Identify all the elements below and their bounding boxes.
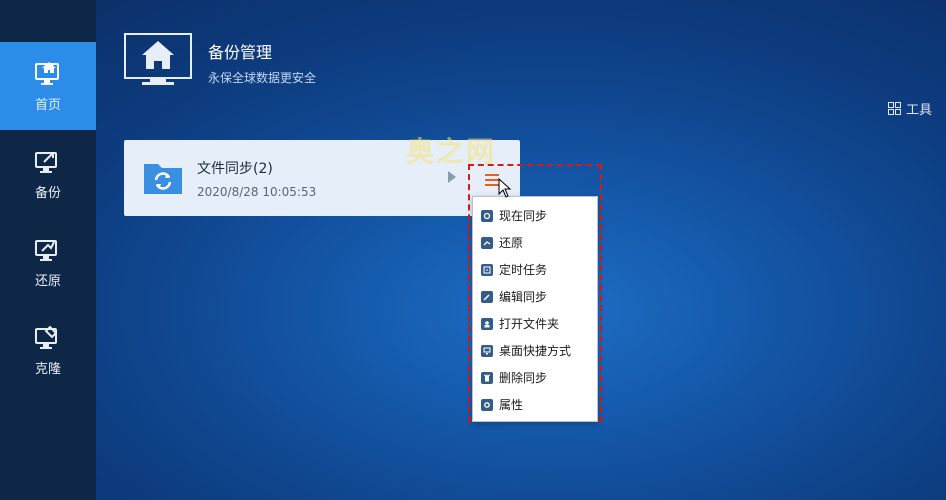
menu-item-open-folder[interactable]: 打开文件夹 [473,310,597,337]
menu-item-label: 定时任务 [499,263,548,277]
edit-icon [481,290,493,303]
menu-bar [485,174,499,176]
sidebar-item-clone[interactable]: 克隆 [0,306,96,394]
home-screen-icon [124,33,192,85]
open-folder-icon [481,317,493,330]
backup-monitor-icon [35,151,57,173]
page-title: 备份管理 [208,43,273,62]
menu-item-label: 删除同步 [499,371,548,385]
sidebar-item-label: 还原 [34,273,61,289]
menu-item-schedule[interactable]: 定时任务 [473,256,597,283]
settings-gear-icon [481,398,493,411]
mouse-cursor-icon [498,178,512,198]
sidebar-item-backup[interactable]: 备份 [0,130,96,218]
tools-label: 工具 [906,103,933,118]
sidebar: 首页 备份 还原 克隆 [0,0,96,500]
menu-item-delete-sync[interactable]: 删除同步 [473,364,597,391]
clone-monitor-icon [35,325,58,349]
sync-folder-icon [144,164,182,194]
context-menu: 现在同步 还原 定时任务 编辑同步 打开文件夹 桌面快捷方式 删除同步 属性 [472,196,598,422]
task-title: 文件同步(2) [197,161,273,177]
run-task-button[interactable] [448,171,456,183]
restore-monitor-icon [35,239,57,261]
page-subtitle: 永保全球数据更安全 [208,71,317,85]
menu-item-properties[interactable]: 属性 [473,391,597,418]
sidebar-item-label: 克隆 [34,361,61,377]
menu-item-label: 打开文件夹 [499,317,560,331]
menu-item-restore[interactable]: 还原 [473,229,597,256]
sync-now-icon [481,209,493,222]
menu-item-edit-sync[interactable]: 编辑同步 [473,283,597,310]
tools-button[interactable]: 工具 [888,99,932,118]
menu-bar [485,184,499,186]
menu-item-label: 编辑同步 [499,290,548,304]
sidebar-item-label: 首页 [34,97,61,113]
menu-item-sync-now[interactable]: 现在同步 [473,202,597,229]
restore-icon [481,236,493,249]
menu-item-label: 属性 [499,398,524,412]
sidebar-item-label: 备份 [34,185,61,201]
menu-item-label: 桌面快捷方式 [499,344,572,358]
task-timestamp: 2020/8/28 10:05:53 [197,185,317,199]
sidebar-item-restore[interactable]: 还原 [0,218,96,306]
menu-item-label: 还原 [499,236,524,250]
sidebar-item-home[interactable]: 首页 [0,42,96,130]
menu-item-label: 现在同步 [499,209,548,223]
delete-icon [481,371,493,384]
schedule-icon [481,263,493,276]
menu-bar [485,179,499,181]
home-monitor-icon [35,61,59,85]
desktop-shortcut-icon [481,344,493,357]
grid-icon [888,102,901,115]
menu-item-desktop-shortcut[interactable]: 桌面快捷方式 [473,337,597,364]
